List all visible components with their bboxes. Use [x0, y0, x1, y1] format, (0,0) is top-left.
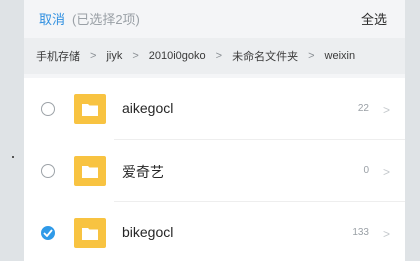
- breadcrumb-item-jiyk[interactable]: jiyk: [106, 50, 122, 62]
- file-row-bikegocl[interactable]: bikegocl 133 >: [24, 202, 405, 261]
- selection-header: 取消 (已选择2项) 全选: [24, 0, 405, 36]
- checkmark-icon: [43, 229, 53, 237]
- select-all-button[interactable]: 全选: [361, 9, 387, 28]
- file-name: 爱奇艺: [122, 164, 164, 180]
- breadcrumb-item-unnamed-folder[interactable]: 未命名文件夹: [232, 48, 298, 64]
- selection-count: (已选择2项): [72, 12, 140, 27]
- chevron-right-icon: >: [382, 165, 390, 179]
- file-row-aikegocl[interactable]: aikegocl 22 >: [24, 78, 405, 140]
- breadcrumb-separator: >: [215, 50, 223, 62]
- folder-icon: [74, 156, 106, 186]
- select-checkbox[interactable]: [41, 164, 55, 178]
- folder-icon: [74, 218, 106, 248]
- breadcrumb-item-storage[interactable]: 手机存储: [36, 48, 80, 64]
- file-name: aikegocl: [122, 100, 174, 116]
- item-count: 22: [357, 103, 369, 114]
- file-name: bikegocl: [122, 224, 174, 240]
- item-count: 0: [363, 165, 369, 176]
- select-checkbox[interactable]: [41, 102, 55, 116]
- file-list: aikegocl 22 > 爱奇艺 0 > bikegocl 133 >: [24, 78, 405, 261]
- breadcrumb-item-2010i0goko[interactable]: 2010i0goko: [149, 50, 206, 62]
- select-checkbox-checked[interactable]: [41, 226, 55, 240]
- breadcrumb-separator: >: [90, 50, 97, 62]
- breadcrumb-separator: >: [132, 50, 139, 62]
- item-count: 133: [352, 227, 369, 238]
- cancel-button[interactable]: 取消: [39, 9, 65, 28]
- breadcrumb-item-weixin[interactable]: weixin: [325, 50, 356, 62]
- breadcrumb: 手机存储 > jiyk > 2010i0goko > 未命名文件夹 > weix…: [24, 38, 405, 74]
- chevron-right-icon: >: [382, 227, 390, 241]
- file-manager-screen: 取消 (已选择2项) 全选 手机存储 > jiyk > 2010i0goko >…: [24, 0, 405, 261]
- file-row-iqiyi[interactable]: 爱奇艺 0 >: [24, 140, 405, 202]
- folder-icon: [74, 94, 106, 124]
- chevron-right-icon: >: [382, 103, 390, 117]
- breadcrumb-separator: >: [308, 50, 315, 62]
- screen-speck: [12, 156, 14, 158]
